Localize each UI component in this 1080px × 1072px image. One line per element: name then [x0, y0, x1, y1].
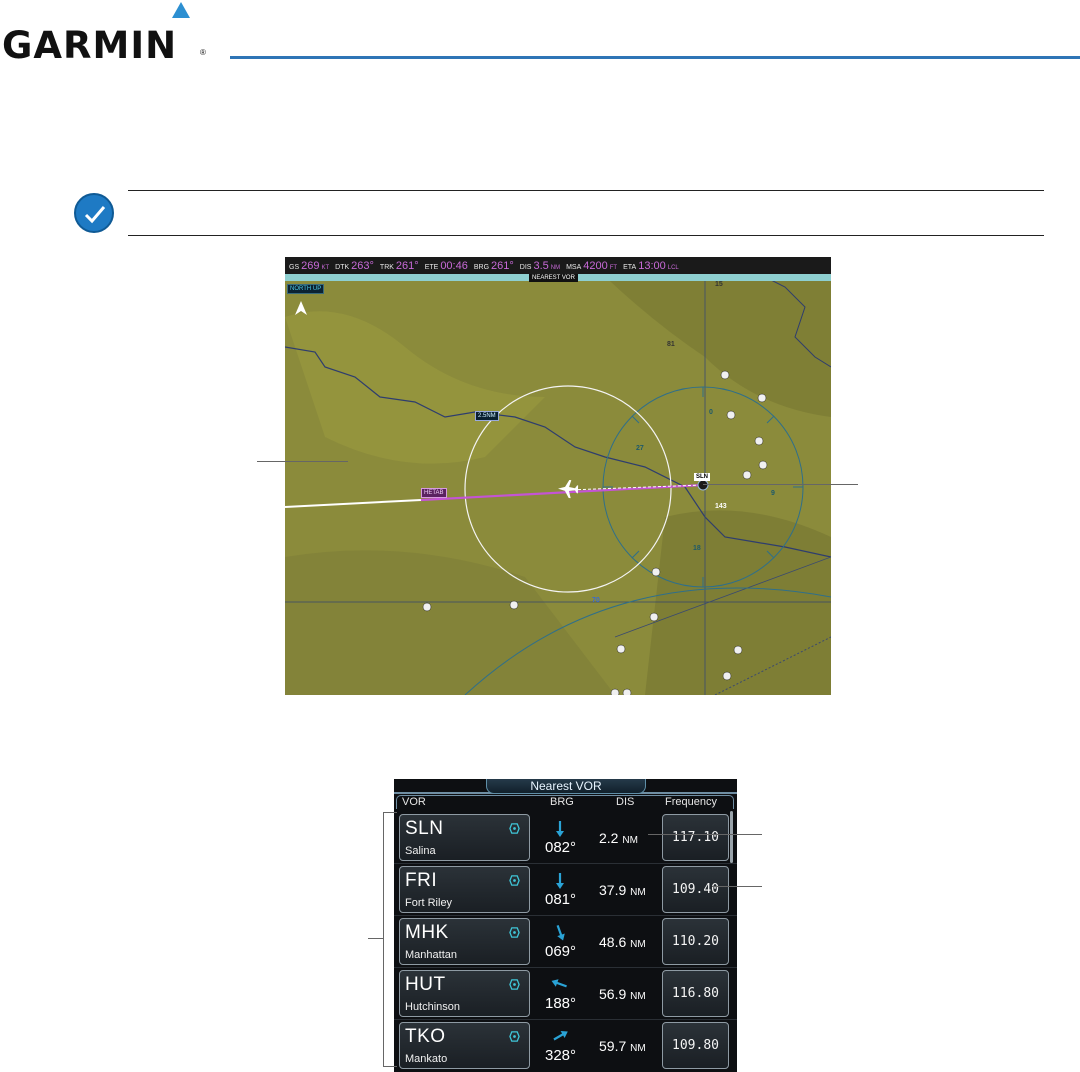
vor-row: FRI Fort Riley 081° 37.9 NM 109.40 — [394, 864, 737, 916]
note-top-rule — [128, 190, 1044, 191]
vor-ident: TKO — [405, 1026, 446, 1047]
vor-symbol-icon — [509, 875, 520, 886]
vor-map-label: SLN — [694, 473, 710, 481]
vor-row: TKO Mankato 328° 59.7 NM 109.80 — [394, 1020, 737, 1072]
datafield-gs: GS 269 KT — [289, 259, 330, 272]
vor-ident: MHK — [405, 922, 449, 943]
orientation-label[interactable]: NORTH UP — [287, 284, 325, 294]
vor-frequency-button[interactable]: 110.20 — [662, 918, 729, 965]
vor-city: Hutchinson — [405, 1001, 461, 1013]
airway-number: 143 — [715, 503, 727, 510]
airway-number: 81 — [667, 341, 675, 348]
map-range-label: 2.5NM — [475, 411, 499, 421]
vor-city: Fort Riley — [405, 897, 453, 909]
column-header-frequency: Frequency — [665, 796, 717, 808]
vor-city: Salina — [405, 845, 436, 857]
map-terrain — [285, 257, 831, 695]
callout-bracket-vertical — [383, 812, 384, 1066]
datafield-dtk: DTK 263° — [335, 259, 374, 272]
vor-distance: 59.7 NM — [599, 1038, 646, 1054]
vor-frequency-button[interactable]: 109.40 — [662, 866, 729, 913]
datafield-ete: ETE 00:46 — [424, 259, 468, 272]
column-header-brg: BRG — [550, 796, 574, 808]
callout-bracket-top — [383, 812, 397, 813]
vor-city: Mankato — [405, 1053, 448, 1065]
navigation-map[interactable]: GS 269 KT DTK 263° TRK 261° ETE 00:46 BRG 261°… — [285, 257, 831, 695]
airway-number: 15 — [715, 281, 723, 288]
vor-ident-button[interactable]: SLN Salina — [399, 814, 530, 861]
vor-ident-button[interactable]: TKO Mankato — [399, 1022, 530, 1069]
panel-title: Nearest VOR — [486, 779, 646, 794]
vor-bearing: 188° — [545, 995, 577, 1012]
column-header-vor: VOR — [402, 796, 426, 808]
vor-ident-button[interactable]: MHK Manhattan — [399, 918, 530, 965]
vor-bearing: 069° — [545, 943, 577, 960]
datafield-brg: BRG 261° — [473, 259, 514, 272]
vor-distance: 56.9 NM — [599, 986, 646, 1002]
bearing-arrow-icon — [556, 873, 564, 889]
vor-bearing: 328° — [545, 1047, 577, 1064]
callout-line-vor-list — [368, 938, 383, 939]
compass-label-west: 27 — [636, 445, 644, 452]
header-rule — [230, 56, 1080, 59]
vor-ident: HUT — [405, 974, 446, 995]
vor-bearing: 081° — [545, 891, 577, 908]
datafield-dis: DIS 3.5 NM — [519, 259, 561, 272]
vor-row: MHK Manhattan 069° 48.6 NM 110.20 — [394, 916, 737, 968]
callout-line-frequency — [712, 886, 762, 887]
vor-distance: 2.2 NM — [599, 830, 638, 846]
bearing-arrow-icon — [553, 1031, 568, 1041]
vor-frequency-button[interactable]: 109.80 — [662, 1022, 729, 1069]
vor-row: SLN Salina 082° 2.2 NM 117.10 — [394, 812, 737, 864]
vor-bearing: 082° — [545, 839, 577, 856]
vor-symbol-icon — [509, 979, 520, 990]
vor-symbol-icon — [509, 927, 520, 938]
nearest-vor-panel: Nearest VOR VOR BRG DIS Frequency SLN Sal… — [394, 779, 737, 1072]
compass-label-east: 9 — [771, 490, 775, 497]
vor-ident-button[interactable]: FRI Fort Riley — [399, 866, 530, 913]
callout-bracket-bottom — [383, 1066, 397, 1067]
waypoint-label: HETAB — [421, 488, 447, 498]
registered-mark: ® — [200, 48, 206, 57]
vor-ident: SLN — [405, 818, 444, 839]
vor-frequency-button[interactable]: 116.80 — [662, 970, 729, 1017]
vor-distance: 48.6 NM — [599, 934, 646, 950]
vor-city: Manhattan — [405, 949, 457, 961]
datafield-trk: TRK 261° — [379, 259, 419, 272]
vor-symbol-icon — [509, 823, 520, 834]
compass-label-north: 0 — [709, 409, 713, 416]
callout-line-distance — [648, 834, 762, 835]
airway-number: 70 — [592, 597, 600, 604]
vor-symbol-icon — [509, 1031, 520, 1042]
vor-ident: FRI — [405, 870, 438, 891]
compass-label-south: 18 — [693, 545, 701, 552]
pencil-check-icon — [74, 193, 114, 233]
note-bottom-rule — [128, 235, 1044, 236]
vor-row: HUT Hutchinson 188° 56.9 NM 116.80 — [394, 968, 737, 1020]
garmin-logo: GARMIN ® — [0, 0, 220, 70]
bearing-arrow-icon — [556, 925, 565, 941]
vor-frequency-button[interactable]: 117.10 — [662, 814, 729, 861]
brand-name: GARMIN — [2, 24, 178, 67]
vor-ident-button[interactable]: HUT Hutchinson — [399, 970, 530, 1017]
column-header-dis: DIS — [616, 796, 635, 808]
logo-triangle-icon — [172, 2, 190, 18]
navigation-data-bar: GS 269 KT DTK 263° TRK 261° ETE 00:46 BRG 261°… — [285, 257, 831, 274]
bearing-arrow-icon — [551, 979, 567, 988]
callout-line-map-left — [257, 461, 348, 462]
callout-line-map-right — [703, 484, 858, 485]
map-title: NEAREST VOR — [529, 274, 578, 282]
vor-distance: 37.9 NM — [599, 882, 646, 898]
bearing-arrow-icon — [556, 821, 564, 837]
datafield-eta: ETA 13:00 LCL — [623, 259, 679, 272]
datafield-msa: MSA 4200 FT — [566, 259, 618, 272]
